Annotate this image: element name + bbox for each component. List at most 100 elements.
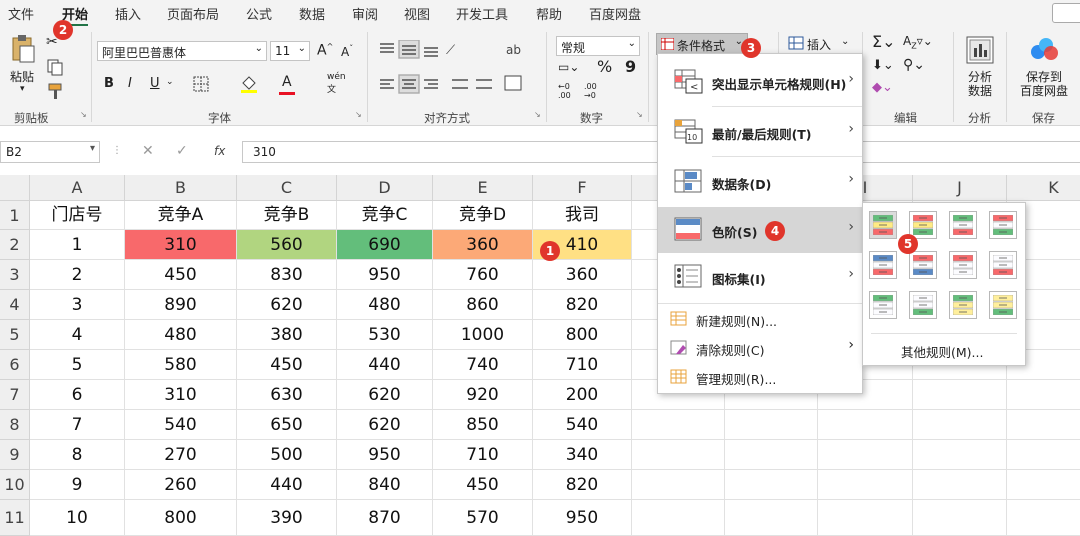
table-cell[interactable]: 260 — [125, 470, 237, 500]
increase-decimal-icon[interactable]: ←0.00 — [558, 82, 571, 100]
color-scale-swatch[interactable] — [989, 251, 1017, 279]
table-cell[interactable]: 850 — [433, 410, 533, 440]
table-cell[interactable] — [725, 500, 818, 536]
table-cell[interactable]: 540 — [533, 410, 632, 440]
table-cell[interactable] — [632, 470, 725, 500]
comments-button[interactable] — [1052, 3, 1080, 23]
table-cell[interactable] — [913, 470, 1007, 500]
menu-item-color-scales[interactable]: 色阶(S) › — [658, 207, 862, 253]
menu-item-clear-rules[interactable]: 清除规则(C) › — [658, 335, 862, 361]
enter-icon[interactable]: ✓ — [176, 143, 188, 159]
autosum-icon[interactable]: Σ⌄ — [872, 32, 896, 51]
table-cell[interactable]: 竞争C — [337, 201, 433, 230]
paste-dropdown-icon[interactable]: ▾ — [20, 84, 25, 94]
table-cell[interactable]: 840 — [337, 470, 433, 500]
format-painter-icon[interactable] — [46, 82, 64, 100]
column-header[interactable]: B — [125, 175, 237, 201]
table-cell[interactable]: 310 — [125, 380, 237, 410]
table-cell[interactable]: 2 — [30, 260, 125, 290]
table-cell[interactable]: 310 — [125, 230, 237, 260]
table-cell[interactable]: 440 — [337, 350, 433, 380]
color-scale-swatch[interactable] — [989, 291, 1017, 319]
font-color-icon[interactable]: A — [282, 74, 292, 90]
table-cell[interactable]: 630 — [237, 380, 337, 410]
row-header[interactable]: 10 — [0, 470, 30, 500]
table-cell[interactable]: 890 — [125, 290, 237, 320]
tab-page-layout[interactable]: 页面布局 — [167, 4, 219, 23]
table-cell[interactable]: 3 — [30, 290, 125, 320]
row-header[interactable]: 7 — [0, 380, 30, 410]
fill-icon[interactable]: ⬇⌄ — [872, 58, 894, 73]
tab-review[interactable]: 审阅 — [352, 4, 378, 23]
table-cell[interactable]: 620 — [337, 380, 433, 410]
table-cell[interactable]: 950 — [533, 500, 632, 536]
table-cell[interactable]: 920 — [433, 380, 533, 410]
row-header[interactable]: 9 — [0, 440, 30, 470]
more-rules-item[interactable]: 其他规则(M)... — [901, 342, 983, 361]
tab-developer[interactable]: 开发工具 — [456, 4, 508, 23]
menu-item-top-bottom[interactable]: 10 最前/最后规则(T) › — [658, 107, 862, 157]
borders-icon[interactable] — [193, 76, 209, 92]
row-header[interactable]: 6 — [0, 350, 30, 380]
table-cell[interactable] — [725, 440, 818, 470]
table-cell[interactable] — [913, 440, 1007, 470]
name-box[interactable]: B2 ▾ — [0, 141, 100, 163]
phonetic-icon[interactable]: wén 文 — [327, 72, 346, 95]
table-cell[interactable]: 740 — [433, 350, 533, 380]
row-header[interactable]: 3 — [0, 260, 30, 290]
fill-color-icon[interactable] — [240, 74, 258, 94]
row-header[interactable]: 2 — [0, 230, 30, 260]
table-cell[interactable]: 620 — [237, 290, 337, 320]
alignment-icons[interactable]: ⟋ ab — [378, 40, 526, 98]
font-size-box[interactable]: 11 ⌄ — [270, 41, 310, 61]
chevron-down-icon[interactable]: ⌄ — [628, 38, 636, 49]
italic-icon[interactable]: I — [128, 76, 132, 91]
table-cell[interactable]: 870 — [337, 500, 433, 536]
clipboard-launcher-icon[interactable]: ↘ — [80, 110, 87, 119]
tab-baidu-pan[interactable]: 百度网盘 — [589, 4, 641, 23]
table-cell[interactable] — [632, 500, 725, 536]
table-cell[interactable]: 800 — [125, 500, 237, 536]
table-cell[interactable]: 竞争A — [125, 201, 237, 230]
percent-icon[interactable]: % — [597, 57, 612, 76]
table-cell[interactable] — [1007, 380, 1080, 410]
insert-label[interactable]: 插入 — [807, 36, 831, 53]
table-cell[interactable]: 200 — [533, 380, 632, 410]
analyze-data-label[interactable]: 分析 数据 — [962, 70, 998, 98]
paste-icon[interactable] — [10, 34, 36, 64]
analyze-data-icon[interactable] — [964, 34, 996, 66]
underline-dropdown-icon[interactable]: ⌄ — [166, 77, 174, 87]
chevron-down-icon[interactable]: ⌄ — [298, 43, 306, 54]
table-cell[interactable]: 450 — [237, 350, 337, 380]
column-header[interactable]: A — [30, 175, 125, 201]
cancel-icon[interactable]: ✕ — [142, 143, 154, 159]
conditional-format-button[interactable]: 条件格式 ⌄ — [656, 33, 748, 55]
table-cell[interactable] — [725, 470, 818, 500]
table-cell[interactable] — [1007, 410, 1080, 440]
table-cell[interactable] — [1007, 440, 1080, 470]
table-cell[interactable] — [818, 410, 913, 440]
table-cell[interactable] — [913, 380, 1007, 410]
table-cell[interactable]: 440 — [237, 470, 337, 500]
table-cell[interactable]: 竞争B — [237, 201, 337, 230]
color-scale-swatch[interactable] — [909, 251, 937, 279]
table-cell[interactable]: 620 — [337, 410, 433, 440]
tab-insert[interactable]: 插入 — [115, 4, 141, 23]
row-header[interactable]: 8 — [0, 410, 30, 440]
sort-filter-icon[interactable]: AZ▿⌄ — [903, 34, 933, 50]
tab-data[interactable]: 数据 — [299, 4, 325, 23]
menu-item-highlight-rules[interactable]: < 突出显示单元格规则(H) › — [658, 57, 862, 107]
table-cell[interactable]: 380 — [237, 320, 337, 350]
table-cell[interactable] — [818, 500, 913, 536]
table-cell[interactable]: 4 — [30, 320, 125, 350]
column-header[interactable]: E — [433, 175, 533, 201]
table-cell[interactable] — [818, 440, 913, 470]
table-cell[interactable]: 480 — [125, 320, 237, 350]
table-cell[interactable]: 门店号 — [30, 201, 125, 230]
select-all-corner[interactable] — [0, 175, 30, 201]
number-launcher-icon[interactable]: ↘ — [636, 110, 643, 119]
table-cell[interactable]: 690 — [337, 230, 433, 260]
baidu-cloud-icon[interactable] — [1028, 36, 1060, 64]
shrink-font-icon[interactable]: Aˇ — [341, 44, 353, 59]
accounting-format-icon[interactable]: ▭⌄ — [558, 60, 579, 74]
